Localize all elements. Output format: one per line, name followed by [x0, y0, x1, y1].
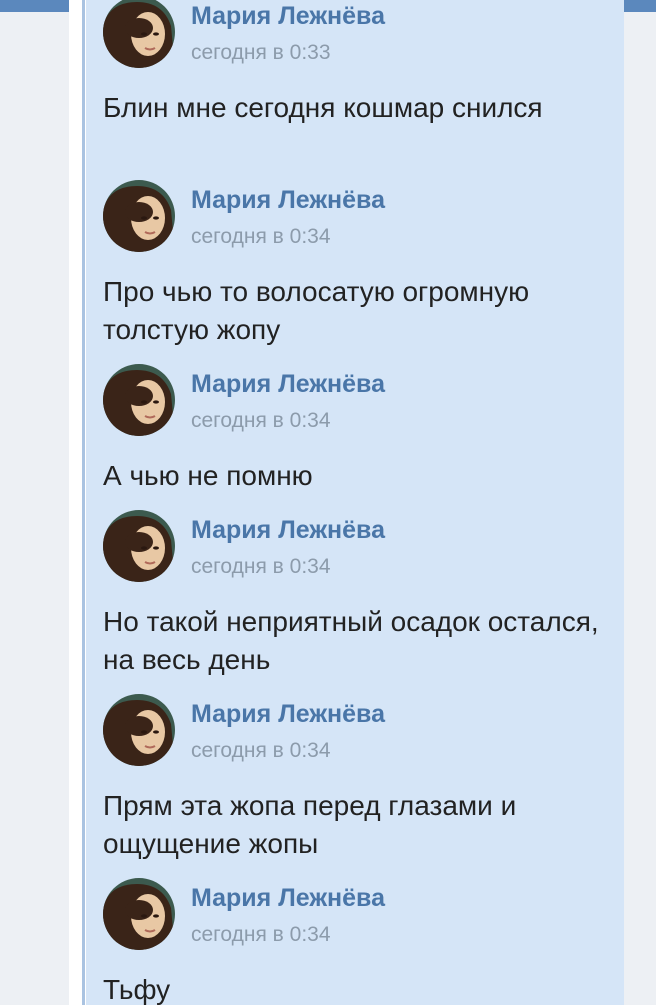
avatar[interactable]: [103, 510, 175, 582]
message-thread[interactable]: Мария Лежнёва сегодня в 0:33 Блин мне се…: [86, 0, 624, 1005]
message-text: Про чью то волосатую огромную толстую жо…: [103, 276, 530, 345]
message-timestamp: сегодня в 0:34: [191, 923, 331, 946]
message-text: Тьфу: [103, 974, 171, 1005]
message-author-link[interactable]: Мария Лежнёва: [191, 884, 385, 913]
message-timestamp: сегодня в 0:34: [191, 739, 331, 762]
thread-divider: [82, 0, 85, 1005]
message-author-link[interactable]: Мария Лежнёва: [191, 370, 385, 399]
message-author-link[interactable]: Мария Лежнёва: [191, 186, 385, 215]
message-author-link[interactable]: Мария Лежнёва: [191, 700, 385, 729]
message-author-link[interactable]: Мария Лежнёва: [191, 516, 385, 545]
message-author-link[interactable]: Мария Лежнёва: [191, 2, 385, 31]
avatar[interactable]: [103, 364, 175, 436]
message-timestamp: сегодня в 0:34: [191, 225, 331, 248]
message-text: Но такой неприятный осадок остался, на в…: [103, 606, 599, 675]
avatar[interactable]: [103, 878, 175, 950]
avatar[interactable]: [103, 0, 175, 68]
message-timestamp: сегодня в 0:34: [191, 409, 331, 432]
message-text: Блин мне сегодня кошмар снился: [103, 92, 543, 123]
message-text: А чью не помню: [103, 460, 313, 491]
message-timestamp: сегодня в 0:34: [191, 555, 331, 578]
avatar[interactable]: [103, 694, 175, 766]
message-text: Прям эта жопа перед глазами и ощущение ж…: [103, 790, 517, 859]
avatar[interactable]: [103, 180, 175, 252]
message-timestamp: сегодня в 0:33: [191, 41, 331, 64]
